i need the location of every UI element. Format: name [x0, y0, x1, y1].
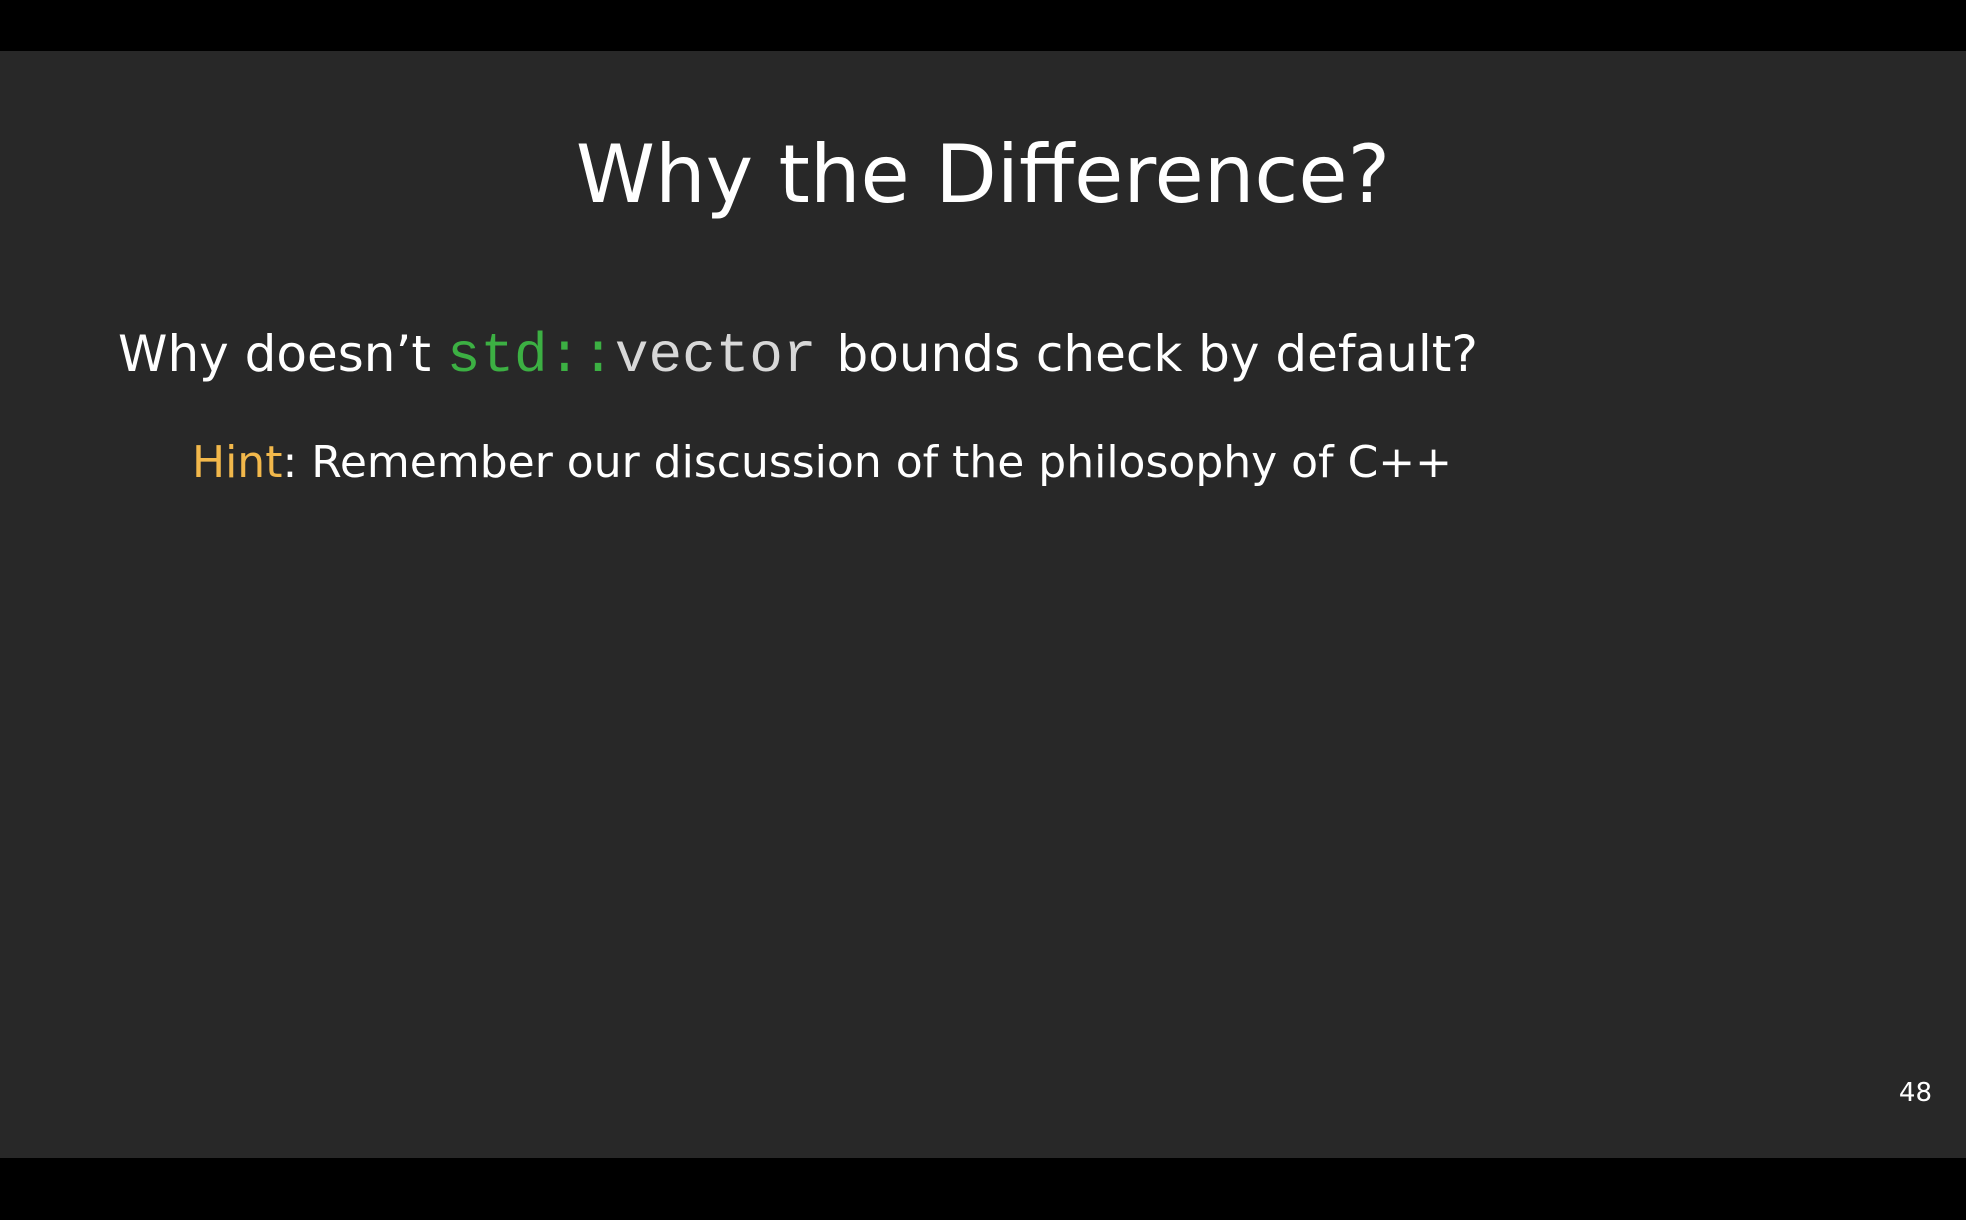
- question-prefix: Why doesn’t: [118, 325, 447, 383]
- question-line: Why doesn’t std::vector bounds check by d…: [118, 319, 1478, 391]
- letterbox-bottom: [0, 1158, 1966, 1220]
- hint-line: Hint: Remember our discussion of the phi…: [192, 431, 1452, 495]
- code-namespace: std::: [446, 324, 615, 388]
- hint-text: : Remember our discussion of the philoso…: [282, 437, 1453, 488]
- question-suffix: bounds check by default?: [836, 325, 1478, 383]
- hint-label: Hint: [192, 437, 283, 488]
- slide-title: Why the Difference?: [575, 128, 1391, 221]
- slide: Why the Difference? Why doesn’t std::vec…: [0, 51, 1966, 1158]
- page-number: 48: [1898, 1078, 1932, 1108]
- letterbox-top: [0, 0, 1966, 51]
- code-type-name: vector: [614, 324, 817, 388]
